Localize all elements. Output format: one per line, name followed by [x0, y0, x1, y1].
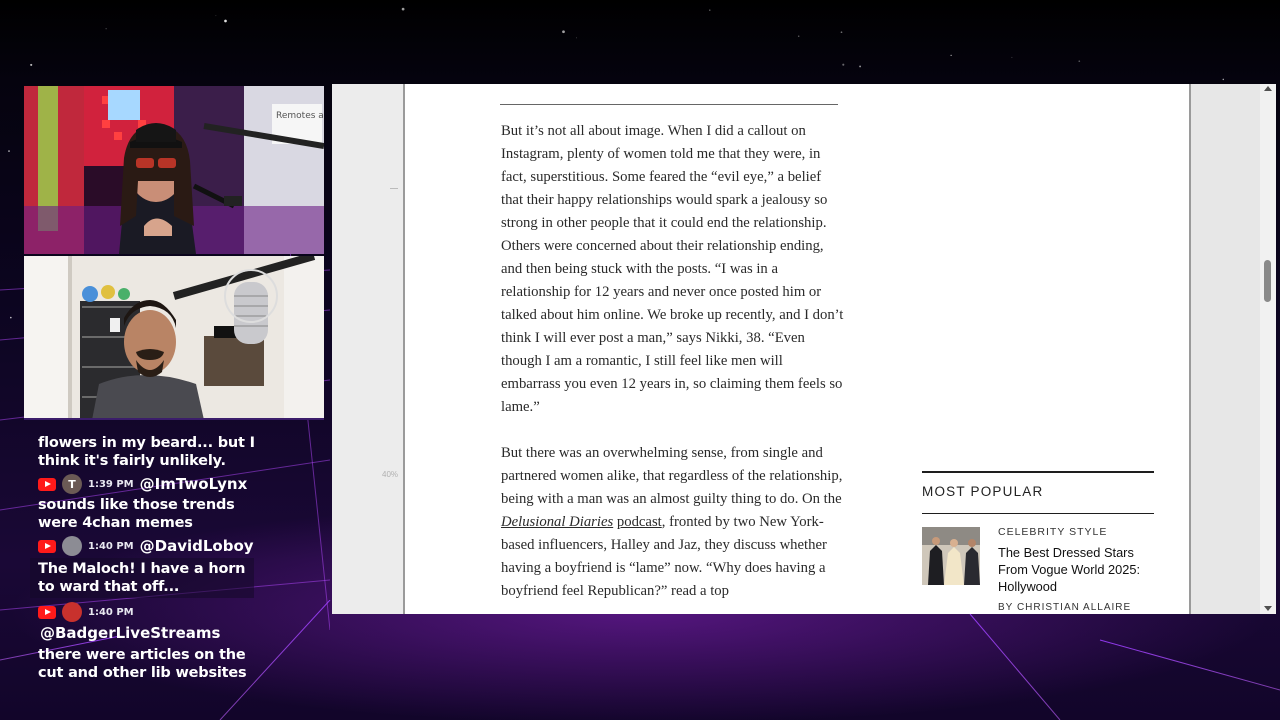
- star: [30, 63, 33, 66]
- article-paragraph: But it’s not all about image. When I did…: [501, 120, 846, 419]
- youtube-icon: [38, 539, 56, 553]
- most-popular-category[interactable]: CELEBRITY STYLE: [998, 526, 1107, 538]
- star: [8, 150, 10, 153]
- most-popular-rule-bottom: [922, 513, 1154, 514]
- most-popular-title-link[interactable]: The Best Dressed Stars From Vogue World …: [998, 544, 1148, 595]
- most-popular-rule-top: [922, 471, 1154, 473]
- youtube-icon: [38, 477, 56, 491]
- chat-username[interactable]: @ImTwoLynx: [140, 475, 248, 493]
- webcam-bottom: [24, 256, 324, 420]
- star: [224, 19, 227, 23]
- page-left-margin: [332, 84, 404, 614]
- article-divider: [500, 104, 838, 105]
- scrollbar-thumb[interactable]: [1264, 260, 1271, 302]
- article-paragraph: But there was an overwhelming sense, fro…: [501, 442, 846, 603]
- article-body: But it’s not all about image. When I did…: [501, 120, 846, 614]
- star: [105, 28, 107, 30]
- sign-note: Remotes are Gal. Stuff: [276, 111, 324, 121]
- chat-timestamp: 1:40 PM: [88, 606, 134, 618]
- chat-message-text: The Maloch! I have a horn to ward that o…: [30, 558, 254, 598]
- chat-feed: flowers in my beard... but I think it's …: [30, 430, 290, 720]
- chat-message-header: 1:40 PM: [38, 600, 290, 624]
- star: [859, 65, 862, 68]
- chat-message-text: flowers in my beard... but I think it's …: [38, 435, 255, 469]
- podcast-name-link[interactable]: Delusional Diaries: [501, 514, 613, 530]
- chat-timestamp: 1:40 PM: [88, 540, 134, 552]
- scroll-down-arrow-icon[interactable]: [1264, 606, 1272, 611]
- star: [576, 37, 577, 39]
- star: [401, 7, 405, 11]
- youtube-icon: [38, 605, 56, 619]
- chat-message-text: sounds like those trends were 4chan meme…: [38, 497, 235, 531]
- chat-timestamp: 1:39 PM: [88, 478, 134, 490]
- page-right-margin: [1191, 84, 1260, 614]
- most-popular-heading: MOST POPULAR: [922, 484, 1044, 499]
- chat-message-header: 1:40 PM @DavidLoboy: [38, 534, 290, 558]
- article-text: But it’s not all about image. When I did…: [501, 123, 844, 415]
- chat-message-header: T 1:39 PM @ImTwoLynx: [38, 472, 290, 496]
- scrollbar[interactable]: [1260, 84, 1276, 614]
- margin-tick: [390, 188, 398, 189]
- avatar[interactable]: [62, 602, 82, 622]
- chat-username[interactable]: @DavidLoboy: [140, 537, 254, 555]
- star: [709, 9, 711, 11]
- most-popular-thumbnail[interactable]: [922, 527, 980, 585]
- chat-username[interactable]: @BadgerLiveStreams: [40, 624, 290, 646]
- avatar[interactable]: [62, 536, 82, 556]
- browser-viewport[interactable]: 40% But it’s not all about image. When I…: [332, 84, 1276, 614]
- star: [840, 31, 843, 34]
- star: [1011, 56, 1013, 58]
- margin-marker: 40%: [382, 470, 399, 479]
- article-text: But there was an overwhelming sense, fro…: [501, 445, 843, 507]
- chat-message-text: there were articles on the cut and other…: [38, 647, 247, 681]
- star: [797, 35, 800, 38]
- star: [215, 15, 217, 17]
- podcast-link[interactable]: podcast: [617, 514, 662, 530]
- scroll-up-arrow-icon[interactable]: [1264, 86, 1272, 91]
- avatar[interactable]: T: [62, 474, 82, 494]
- star: [1222, 78, 1225, 81]
- star: [562, 30, 565, 34]
- star: [950, 54, 952, 57]
- star: [1078, 60, 1081, 63]
- star: [842, 63, 845, 66]
- most-popular-byline: BY CHRISTIAN ALLAIRE: [998, 602, 1132, 613]
- webcam-top: Remotes are Gal. Stuff: [24, 86, 324, 254]
